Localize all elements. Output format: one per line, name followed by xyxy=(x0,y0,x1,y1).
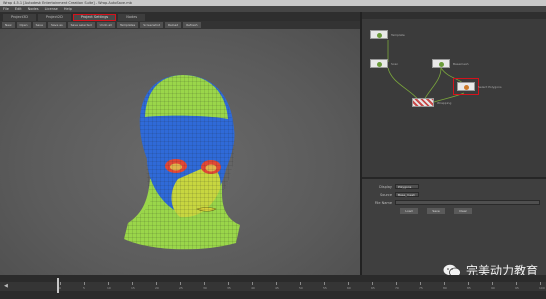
save-selected-button[interactable]: Save selected xyxy=(67,22,95,28)
timeline-tick xyxy=(228,282,229,285)
clear-button[interactable]: Clear xyxy=(454,208,472,214)
timeline-tick xyxy=(420,282,421,285)
timeline-tick-label: 80 xyxy=(443,286,447,290)
timeline-tick-label: 90 xyxy=(491,286,495,290)
prop-row-filename: File Name xyxy=(362,200,540,205)
timeline-tick-label: 100 xyxy=(539,286,545,290)
viewport-toolbar: New Open Save Save as Save selected Undo… xyxy=(0,21,360,29)
open-button[interactable]: Open xyxy=(16,22,31,28)
node-basemesh-icon xyxy=(439,61,444,67)
timeline-tick-label: 60 xyxy=(347,286,351,290)
prop-row-display: Display Polygons xyxy=(362,184,419,189)
node-select-polygons-icon xyxy=(464,84,469,90)
timeline-tick xyxy=(60,282,61,285)
prop-buttons: Load Save Clear xyxy=(400,208,472,214)
tab-nodes[interactable]: Nodes xyxy=(118,14,146,21)
properties-panel: Display Polygons Source Base_mesh File N… xyxy=(362,177,546,275)
timeline-tick-label: 95 xyxy=(515,286,519,290)
timeline-tick xyxy=(108,282,109,285)
display-select[interactable]: Polygons xyxy=(395,184,419,189)
timeline-tick xyxy=(204,282,205,285)
timeline-tick xyxy=(324,282,325,285)
head-mesh-render xyxy=(124,75,240,250)
timeline-playhead[interactable] xyxy=(57,278,59,293)
timeline-tick xyxy=(252,282,253,285)
save-as-button[interactable]: Save as xyxy=(47,22,66,28)
timeline-tick-label: 40 xyxy=(251,286,255,290)
timeline-tick-label: 75 xyxy=(419,286,423,290)
node-connections xyxy=(387,40,465,105)
timeline-tick-label: 70 xyxy=(395,286,399,290)
timeline-tick-label: 30 xyxy=(203,286,207,290)
timeline-tick xyxy=(516,282,517,285)
timeline-tick xyxy=(396,282,397,285)
timeline-tick-label: 45 xyxy=(275,286,279,290)
timeline-tick-label: 25 xyxy=(179,286,183,290)
timeline-tick-label: 85 xyxy=(467,286,471,290)
load-button[interactable]: Load xyxy=(400,208,418,214)
timeline-tick xyxy=(300,282,301,285)
screenshot-button[interactable]: Screenshot xyxy=(140,22,163,28)
timeline-tick-label: 15 xyxy=(131,286,135,290)
timeline-tick xyxy=(348,282,349,285)
timeline-tick-label: 5 xyxy=(83,286,85,290)
node-template-icon xyxy=(377,32,382,38)
prop-row-source: Source Base_mesh xyxy=(362,192,419,197)
timeline-tick-label: 35 xyxy=(227,286,231,290)
tab-project-settings[interactable]: Project Settings xyxy=(72,14,117,21)
timeline-tick xyxy=(132,282,133,285)
node-scan[interactable]: Scan xyxy=(370,59,398,68)
file-name-field[interactable] xyxy=(395,200,540,205)
timeline-tick xyxy=(276,282,277,285)
timeline-tick-label: 65 xyxy=(371,286,375,290)
refresh-button[interactable]: Refresh xyxy=(183,22,201,28)
save-button[interactable]: Save xyxy=(32,22,46,28)
timeline-tick xyxy=(156,282,157,285)
source-select[interactable]: Base_mesh xyxy=(395,192,419,197)
timeline-tick xyxy=(540,282,541,285)
timeline-tick xyxy=(444,282,445,285)
reload-button[interactable]: Reload xyxy=(165,22,182,28)
node-select-polygons[interactable]: Select Polygons xyxy=(453,78,502,95)
timeline-tick-label: 0 xyxy=(59,286,61,290)
templates-button[interactable]: Templates xyxy=(116,22,139,28)
undo-all-button[interactable]: Undo all xyxy=(96,22,115,28)
timeline-tick-label: 20 xyxy=(155,286,159,290)
timeline-ruler[interactable]: 0 5 10 15 20 25 30 35 40 45 50 55 60 65 70 75 80 85 90 95 10… xyxy=(0,282,546,291)
timeline-tick xyxy=(84,282,85,285)
node-scan-icon xyxy=(377,61,382,67)
node-basemesh[interactable]: Basemesh xyxy=(432,59,469,68)
timeline-tick-label: 10 xyxy=(107,286,111,290)
timeline-tick xyxy=(492,282,493,285)
tab-project2d[interactable]: Project2D xyxy=(37,14,71,21)
3d-viewport[interactable] xyxy=(0,29,360,275)
new-button[interactable]: New xyxy=(2,22,15,28)
timeline-tick xyxy=(180,282,181,285)
timeline-prev-icon[interactable]: ◀ xyxy=(4,283,8,289)
tab-project3d[interactable]: Project3D xyxy=(3,14,36,21)
timeline-tick-label: 55 xyxy=(323,286,327,290)
node-wrapping[interactable]: Wrapping xyxy=(412,98,451,107)
timeline-tick xyxy=(468,282,469,285)
timeline-tick-label: 50 xyxy=(299,286,303,290)
timeline-tick xyxy=(372,282,373,285)
node-template[interactable]: Template xyxy=(370,30,405,39)
save-file-button[interactable]: Save xyxy=(427,208,445,214)
